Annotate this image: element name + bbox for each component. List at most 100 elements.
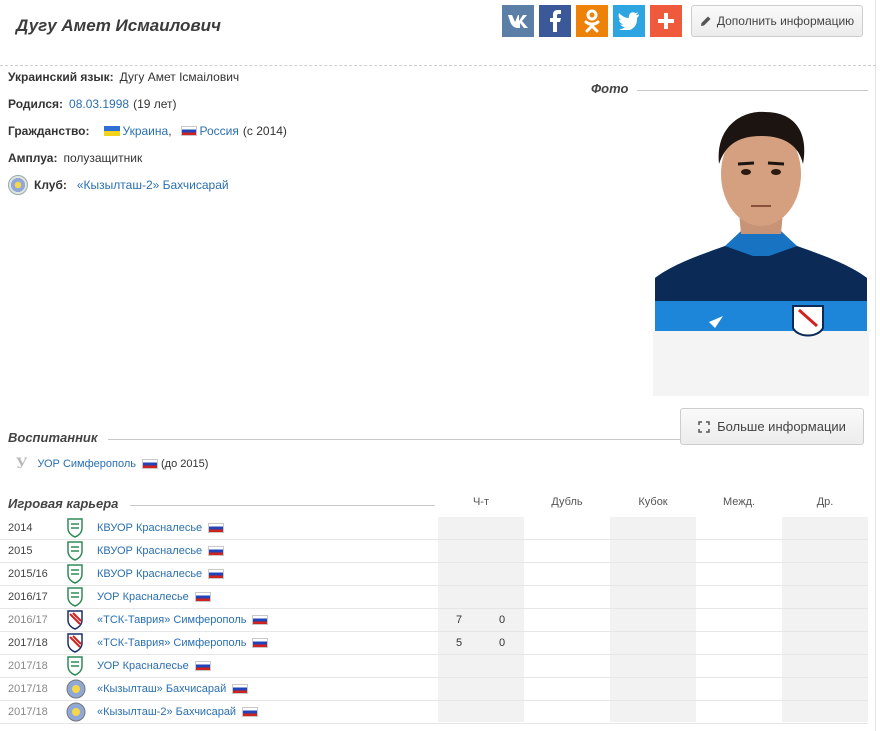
season-cell: 2015 xyxy=(8,545,33,557)
career-row: 2014 КВУОР Красналесье xyxy=(0,517,868,540)
ukrainian-name-value: Дугу Амет Ісмаілович xyxy=(119,70,240,84)
column-header-cup: Кубок xyxy=(638,496,668,508)
academy-title-divider xyxy=(108,439,680,440)
facebook-share-button[interactable] xyxy=(539,5,571,37)
career-club-link[interactable]: КВУОР Красналесье xyxy=(97,522,202,534)
career-row: 2017/18 УОР Красналесье xyxy=(0,655,868,678)
plus-icon xyxy=(658,13,674,29)
more-share-button[interactable] xyxy=(650,5,682,37)
season-cell: 2017/18 xyxy=(8,660,48,672)
player-portrait-image xyxy=(653,111,869,396)
club-logo-icon xyxy=(66,610,84,630)
citizenship-row: Гражданство: Украина , Россия (с 2014) xyxy=(8,124,287,138)
age-value: (19 лет) xyxy=(133,97,177,111)
twitter-share-button[interactable] xyxy=(613,5,645,37)
column-header-league: Ч-т xyxy=(472,496,490,508)
career-row: 2015 КВУОР Красналесье xyxy=(0,540,868,563)
current-club-link[interactable]: «Кызылташ-2» Бахчисарай xyxy=(77,178,229,192)
academy-club-link[interactable]: УОР Симферополь xyxy=(37,458,136,470)
club-logo-icon xyxy=(66,702,86,722)
citizenship-separator: , xyxy=(168,124,172,138)
club-label: Клуб: xyxy=(34,178,67,192)
season-cell: 2016/17 xyxy=(8,614,48,626)
odnoklassniki-share-button[interactable] xyxy=(576,5,608,37)
pencil-icon xyxy=(700,16,711,26)
league-goals-cell: 0 xyxy=(499,614,506,626)
career-club-link[interactable]: «ТСК-Таврия» Симферополь xyxy=(97,637,246,649)
birth-row: Родился: 08.03.1998 (19 лет) xyxy=(8,97,177,111)
country-link-ukraine[interactable]: Украина xyxy=(123,124,169,138)
russia-flag-icon xyxy=(208,523,225,533)
add-info-button[interactable]: Дополнить информацию xyxy=(691,5,863,37)
career-club-link[interactable]: «Кызылташ» Бахчисарай xyxy=(97,683,226,695)
career-row: 2016/17 УОР Красналесье xyxy=(0,586,868,609)
ukrainian-name-row: Украинский язык: Дугу Амет Ісмаілович xyxy=(8,70,239,84)
add-info-label: Дополнить информацию xyxy=(716,14,855,28)
ukrainian-name-label: Украинский язык: xyxy=(8,70,114,84)
player-photo xyxy=(653,106,869,396)
twitter-icon xyxy=(618,12,639,30)
russia-flag-icon xyxy=(141,459,158,469)
career-row: 2017/18 «Кызылташ-2» Бахчисарай xyxy=(0,701,868,724)
academy-logo-icon: У xyxy=(16,456,28,472)
club-logo-icon xyxy=(66,541,84,561)
academy-section-title: Воспитанник xyxy=(8,430,98,445)
career-club-link[interactable]: КВУОР Красналесье xyxy=(97,545,202,557)
career-section-title: Игровая карьера xyxy=(8,496,119,511)
russia-flag-icon xyxy=(208,546,225,556)
academy-note: (до 2015) xyxy=(160,458,209,470)
career-club-link[interactable]: УОР Красналесье xyxy=(97,660,189,672)
russia-flag-icon xyxy=(242,707,259,717)
russia-flag-icon xyxy=(252,615,269,625)
birth-date-link[interactable]: 08.03.1998 xyxy=(69,97,129,111)
career-row: 2017/18 «Кызылташ» Бахчисарай xyxy=(0,678,868,701)
citizenship-note: (с 2014) xyxy=(242,124,287,138)
photo-section-title: Фото xyxy=(591,81,629,96)
club-emblem-icon xyxy=(8,175,28,195)
role-row: Амплуа: полузащитник xyxy=(8,151,142,165)
russia-flag-icon xyxy=(252,638,269,648)
russia-flag-icon xyxy=(194,592,211,602)
club-logo-icon xyxy=(66,679,86,699)
russia-flag-icon xyxy=(194,661,211,671)
role-label: Амплуа: xyxy=(8,151,58,165)
expand-icon xyxy=(698,420,710,433)
odnoklassniki-icon xyxy=(584,9,600,33)
country-link-russia[interactable]: Россия xyxy=(200,124,239,138)
career-club-link[interactable]: «ТСК-Таврия» Симферополь xyxy=(97,614,246,626)
season-cell: 2015/16 xyxy=(8,568,48,580)
career-row: 2016/17 «ТСК-Таврия» Симферополь 7 0 xyxy=(0,609,868,632)
facebook-icon xyxy=(550,10,561,32)
season-cell: 2017/18 xyxy=(8,683,48,695)
club-logo-icon xyxy=(66,656,84,676)
league-games-cell: 5 xyxy=(456,637,463,649)
career-title-divider xyxy=(130,505,435,506)
career-row: 2017/18 «ТСК-Таврия» Симферополь 5 0 xyxy=(0,632,868,655)
vk-icon xyxy=(508,15,528,28)
career-club-link[interactable]: КВУОР Красналесье xyxy=(97,568,202,580)
season-cell: 2016/17 xyxy=(8,591,48,603)
citizenship-label: Гражданство: xyxy=(8,124,90,138)
birth-label: Родился: xyxy=(8,97,64,111)
more-info-label: Больше информации xyxy=(717,419,846,434)
more-info-button[interactable]: Больше информации xyxy=(680,408,864,445)
season-cell: 2017/18 xyxy=(8,637,48,649)
photo-title-divider xyxy=(637,90,868,91)
column-header-international: Межд. xyxy=(722,496,756,508)
club-logo-icon xyxy=(66,587,84,607)
club-logo-icon xyxy=(66,564,84,584)
season-cell: 2017/18 xyxy=(8,706,48,718)
club-logo-icon xyxy=(66,633,84,653)
career-club-link[interactable]: УОР Красналесье xyxy=(97,591,189,603)
vk-share-button[interactable] xyxy=(502,5,534,37)
academy-row: У УОР Симферополь (до 2015) xyxy=(16,456,208,472)
page-header: Дугу Амет Исмаилович Дополнить информаци… xyxy=(0,0,876,66)
career-row: 2015/16 КВУОР Красналесье xyxy=(0,563,868,586)
career-club-link[interactable]: «Кызылташ-2» Бахчисарай xyxy=(97,706,236,718)
club-row: Клуб: «Кызылташ-2» Бахчисарай xyxy=(8,175,229,195)
season-cell: 2014 xyxy=(8,522,33,534)
russia-flag-icon xyxy=(180,126,197,136)
player-name-title: Дугу Амет Исмаилович xyxy=(16,16,221,35)
league-goals-cell: 0 xyxy=(499,637,506,649)
social-share-bar xyxy=(502,5,682,37)
